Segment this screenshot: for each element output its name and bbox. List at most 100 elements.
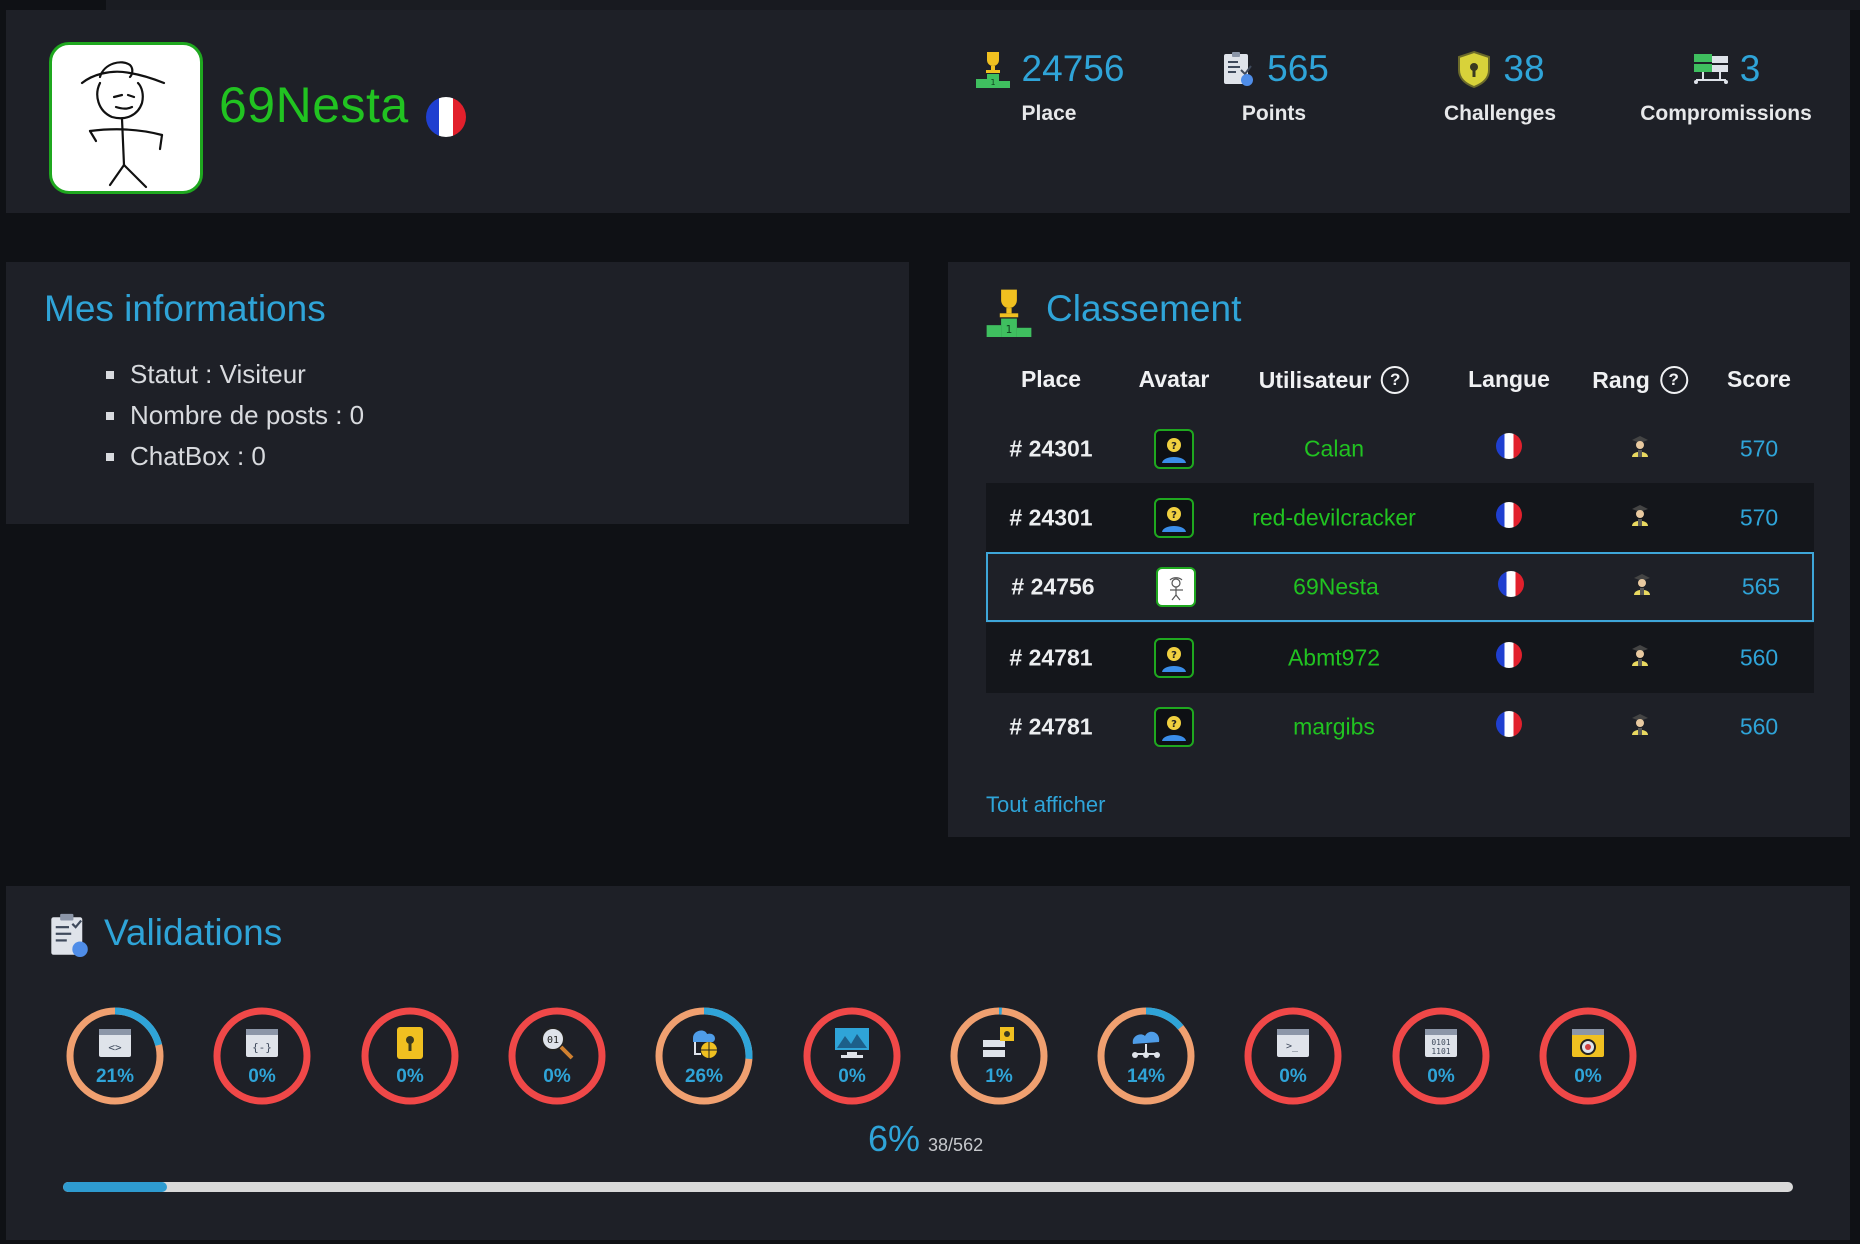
row-language	[1496, 433, 1522, 465]
ranking-card: 1 Classement Place Avatar Utilisateur? L…	[948, 262, 1850, 837]
row-avatar[interactable]: ?	[1154, 638, 1194, 678]
category-ring[interactable]: {-} 0%	[210, 1004, 314, 1108]
rank-visitor-icon	[1632, 714, 1648, 735]
svg-text:?: ?	[1171, 441, 1177, 452]
row-score: 560	[1739, 713, 1779, 740]
default-avatar-icon: ?	[1154, 707, 1194, 747]
info-list: Statut : Visiteur Nombre de posts : 0 Ch…	[106, 354, 364, 477]
row-language	[1496, 502, 1522, 534]
rank-visitor-icon	[1632, 505, 1648, 526]
show-all-link[interactable]: Tout afficher	[986, 792, 1105, 818]
table-row: # 24781? Abmt972 560	[986, 623, 1814, 693]
category-percent: 0%	[1574, 1066, 1602, 1087]
network-icon	[983, 1027, 1014, 1057]
table-row: # 24301? red-devilcracker 570	[986, 483, 1814, 553]
default-avatar-icon: ?	[1154, 498, 1194, 538]
rank-visitor-icon	[1634, 574, 1650, 595]
svg-text:?: ?	[1171, 510, 1177, 521]
svg-text:<>: <>	[108, 1041, 122, 1054]
category-rings: <> 21% {-} 0% 0% 01 0% 26% 0% 1% 14% >_ 0% 0101 1101 0%…	[63, 1004, 1663, 1108]
stat-challenges-value: 38	[1503, 48, 1545, 89]
svg-text:01: 01	[547, 1035, 559, 1046]
realist-icon	[835, 1028, 869, 1058]
info-title: Mes informations	[44, 288, 326, 329]
profile-avatar[interactable]	[49, 42, 203, 194]
stat-place-label: Place	[1021, 102, 1077, 125]
validations-title: Validations	[104, 912, 283, 953]
stat-points-label: Points	[1241, 102, 1307, 125]
row-language	[1496, 642, 1522, 674]
stat-place-value: 24756	[1021, 48, 1125, 89]
svg-text:>_: >_	[1286, 1041, 1299, 1052]
category-ring[interactable]: 0%	[800, 1004, 904, 1108]
france-flag-icon	[1496, 502, 1522, 528]
validations-card: Validations <> 21% {-} 0% 0% 01 0% 26% 0% 1% 14% >_…	[6, 886, 1850, 1240]
row-avatar[interactable]: ?	[1154, 429, 1194, 469]
row-place: # 24301	[1009, 435, 1093, 462]
category-ring[interactable]: 0%	[1536, 1004, 1640, 1108]
svg-text:1: 1	[1006, 324, 1013, 336]
row-avatar[interactable]: ?	[1154, 707, 1194, 747]
row-rank	[1631, 572, 1653, 602]
web-server-icon	[693, 1030, 717, 1058]
shield-lock-icon	[1458, 50, 1491, 88]
total-percent: 6%	[868, 1118, 921, 1159]
steganography-search-icon: 01	[541, 1027, 574, 1060]
row-score: 565	[1741, 573, 1781, 600]
stat-compromissions: 3 Compromissions	[1626, 46, 1826, 126]
row-score: 570	[1739, 504, 1779, 531]
header-place: Place	[1020, 366, 1082, 392]
row-username[interactable]: red-devilcracker	[1252, 505, 1416, 532]
header-score: Score	[1727, 366, 1791, 392]
row-username[interactable]: Abmt972	[1288, 645, 1380, 672]
stat-challenges-label: Challenges	[1443, 102, 1557, 125]
row-rank	[1629, 503, 1651, 533]
app-script-terminal-icon: >_	[1277, 1029, 1309, 1057]
category-ring[interactable]: 1%	[947, 1004, 1051, 1108]
category-percent: 0%	[248, 1066, 276, 1087]
cloud-network-icon	[1132, 1031, 1160, 1058]
category-ring[interactable]: >_ 0%	[1241, 1004, 1345, 1108]
stat-compromissions-value: 3	[1739, 48, 1761, 89]
info-status: Statut : Visiteur	[106, 354, 364, 395]
category-percent: 1%	[985, 1066, 1013, 1087]
category-ring[interactable]: 01 0%	[505, 1004, 609, 1108]
category-ring[interactable]: 0101 1101 0%	[1389, 1004, 1493, 1108]
category-percent: 0%	[838, 1066, 866, 1087]
help-icon[interactable]: ?	[1659, 366, 1688, 394]
row-username[interactable]: Calan	[1304, 436, 1364, 463]
row-avatar[interactable]	[1156, 567, 1196, 607]
row-avatar[interactable]: ?	[1154, 498, 1194, 538]
france-flag-icon	[426, 97, 466, 137]
table-row: # 24301? Calan 570	[986, 414, 1814, 484]
category-percent: 0%	[1279, 1066, 1307, 1087]
validations-total: 6% 38/562	[868, 1118, 983, 1160]
row-score: 560	[1739, 644, 1779, 671]
default-avatar-icon: ?	[1154, 429, 1194, 469]
help-icon[interactable]: ?	[1381, 366, 1410, 394]
row-language	[1498, 571, 1524, 603]
rank-visitor-icon	[1632, 645, 1648, 666]
category-ring[interactable]: 14%	[1094, 1004, 1198, 1108]
row-place: # 24756	[1011, 573, 1095, 600]
row-place: # 24781	[1009, 644, 1093, 671]
svg-text:1: 1	[990, 78, 995, 87]
category-percent: 14%	[1126, 1066, 1166, 1087]
category-ring[interactable]: <> 21%	[63, 1004, 167, 1108]
podium-trophy-icon: 1	[986, 289, 1032, 337]
row-username[interactable]: margibs	[1293, 714, 1375, 741]
ranking-table-header: Place Avatar Utilisateur? Langue Rang? S…	[986, 366, 1814, 400]
category-ring[interactable]: 0%	[358, 1004, 462, 1108]
servers-network-icon	[1693, 54, 1728, 84]
category-ring[interactable]: 26%	[652, 1004, 756, 1108]
row-username[interactable]: 69Nesta	[1293, 574, 1379, 601]
default-avatar-icon: ?	[1154, 638, 1194, 678]
header-avatar: Avatar	[1138, 366, 1210, 392]
row-rank	[1629, 712, 1651, 742]
category-percent: 0%	[1427, 1066, 1455, 1087]
category-percent: 26%	[684, 1066, 724, 1087]
validations-sheet-icon	[51, 913, 88, 957]
france-flag-icon	[1498, 571, 1524, 597]
svg-text:{-}: {-}	[252, 1041, 272, 1054]
top-strip-secondary	[560, 0, 1860, 10]
